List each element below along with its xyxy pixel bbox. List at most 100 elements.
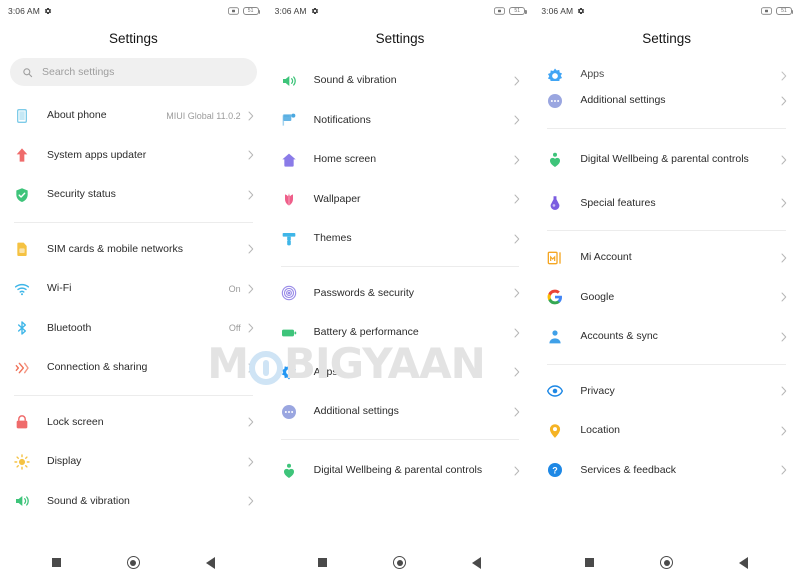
settings-row[interactable]: About phone MIUI Global 11.0.2 (0, 96, 267, 136)
chevron-right-icon[interactable] (781, 71, 787, 81)
chevron-right-icon[interactable] (514, 155, 520, 165)
list-divider (547, 363, 786, 365)
settings-row[interactable]: Sound & vibration (0, 482, 267, 522)
settings-row[interactable]: Apps (533, 61, 800, 81)
back-triangle-icon[interactable] (205, 556, 215, 569)
chevron-right-icon[interactable] (514, 328, 520, 338)
list-divider (14, 221, 253, 223)
search-container: Search settings (0, 54, 267, 96)
chevron-right-icon[interactable] (781, 198, 787, 208)
chevron-right-icon[interactable] (514, 367, 520, 377)
settings-row[interactable]: Location (533, 411, 800, 451)
recents-square-icon[interactable] (51, 558, 61, 567)
chevron-right-icon[interactable] (781, 426, 787, 436)
settings-row-label: Google (580, 290, 615, 303)
apps-gear-icon (281, 364, 297, 380)
chevron-right-icon[interactable] (514, 466, 520, 476)
home-circle-icon[interactable] (393, 556, 407, 569)
settings-row[interactable]: Digital Wellbeing & parental controls (267, 447, 534, 495)
chevron-right-icon[interactable] (781, 292, 787, 302)
additional-settings-icon (547, 93, 563, 109)
chevron-right-icon[interactable] (248, 150, 254, 160)
chevron-right-icon[interactable] (781, 96, 787, 106)
page-title: Settings (533, 22, 800, 54)
settings-row[interactable]: Privacy (533, 372, 800, 412)
settings-row[interactable]: Sound & vibration (267, 61, 534, 101)
settings-row[interactable]: Additional settings (533, 81, 800, 121)
chevron-right-icon[interactable] (248, 323, 254, 333)
wifi-icon (14, 281, 30, 297)
settings-row[interactable]: Themes (267, 219, 534, 259)
settings-row[interactable]: Special features (533, 184, 800, 224)
settings-row[interactable]: System apps updater (0, 136, 267, 176)
chevron-right-icon[interactable] (781, 386, 787, 396)
status-bar-time: 3:06 AM (8, 6, 40, 16)
chevron-right-icon[interactable] (514, 76, 520, 86)
brightness-sun-icon (14, 454, 30, 470)
settings-row[interactable]: Apps (267, 353, 534, 393)
chevron-right-icon[interactable] (248, 111, 254, 121)
chevron-right-icon[interactable] (514, 407, 520, 417)
settings-row-label: Bluetooth (47, 321, 92, 334)
status-bar: 3:06 AM 51 (0, 0, 267, 22)
chevron-right-icon[interactable] (248, 244, 254, 254)
settings-row-label: Home screen (313, 153, 377, 166)
settings-row[interactable]: Digital Wellbeing & parental controls (533, 136, 800, 184)
settings-row[interactable]: Passwords & security (267, 274, 534, 314)
mute-icon (494, 7, 506, 15)
chevron-right-icon[interactable] (781, 332, 787, 342)
back-triangle-icon[interactable] (739, 556, 749, 569)
status-bar: 3:06 AM 51 (267, 0, 534, 22)
settings-list[interactable]: Sound & vibration Notifications Home scr… (267, 61, 534, 547)
settings-row[interactable]: Lock screen (0, 403, 267, 443)
status-bar-right: 51 (494, 6, 527, 16)
settings-row[interactable]: Additional settings (267, 392, 534, 432)
chevron-right-icon[interactable] (248, 363, 254, 373)
settings-list[interactable]: Apps Additional settings Digital Wellbei… (533, 61, 800, 547)
chevron-right-icon[interactable] (514, 234, 520, 244)
settings-row[interactable]: Mi Account (533, 238, 800, 278)
settings-row[interactable]: Security status (0, 175, 267, 215)
back-triangle-icon[interactable] (472, 556, 482, 569)
chevron-right-icon[interactable] (514, 288, 520, 298)
home-circle-icon[interactable] (126, 556, 140, 569)
location-pin-icon (547, 423, 563, 439)
settings-row-label: Display (47, 455, 82, 468)
chevron-right-icon[interactable] (248, 190, 254, 200)
settings-row-label: Apps (580, 68, 605, 80)
recents-square-icon[interactable] (585, 558, 595, 567)
settings-row[interactable]: Wallpaper (267, 180, 534, 220)
chevron-right-icon[interactable] (514, 115, 520, 125)
settings-list[interactable]: About phone MIUI Global 11.0.2 System ap… (0, 96, 267, 547)
home-circle-icon[interactable] (660, 556, 674, 569)
privacy-eye-icon (547, 383, 564, 399)
settings-row[interactable]: Battery & performance (267, 313, 534, 353)
settings-row-value: On (228, 283, 241, 294)
settings-row[interactable]: Bluetooth Off (0, 309, 267, 349)
search-placeholder: Search settings (42, 66, 115, 78)
settings-row-label: Privacy (580, 384, 615, 397)
chevron-right-icon[interactable] (248, 457, 254, 467)
settings-row[interactable]: Home screen (267, 140, 534, 180)
settings-row[interactable]: SIM cards & mobile networks (0, 230, 267, 270)
settings-row[interactable]: Notifications (267, 101, 534, 141)
recents-square-icon[interactable] (318, 558, 328, 567)
chevron-right-icon[interactable] (781, 253, 787, 263)
chevron-right-icon[interactable] (248, 417, 254, 427)
chevron-right-icon[interactable] (514, 194, 520, 204)
settings-row[interactable]: Connection & sharing (0, 348, 267, 388)
settings-row-label: Apps (313, 365, 338, 378)
settings-row[interactable]: Wi-Fi On (0, 269, 267, 309)
accounts-sync-icon (547, 329, 563, 345)
settings-row[interactable]: Display (0, 442, 267, 482)
search-input[interactable]: Search settings (10, 58, 257, 86)
settings-row-label: SIM cards & mobile networks (47, 242, 183, 255)
settings-row[interactable]: ? Services & feedback (533, 451, 800, 491)
chevron-right-icon[interactable] (781, 465, 787, 475)
up-arrow-icon (14, 147, 30, 163)
chevron-right-icon[interactable] (248, 284, 254, 294)
chevron-right-icon[interactable] (248, 496, 254, 506)
chevron-right-icon[interactable] (781, 155, 787, 165)
settings-row[interactable]: Accounts & sync (533, 317, 800, 357)
settings-row[interactable]: Google (533, 278, 800, 318)
